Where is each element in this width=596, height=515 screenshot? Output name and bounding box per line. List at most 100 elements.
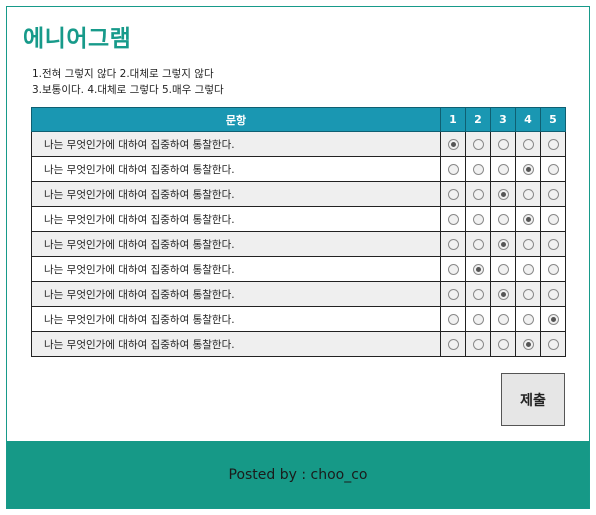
option-cell-1	[440, 156, 466, 182]
radio-option-3[interactable]	[497, 313, 509, 325]
table-row: 나는 무엇인가에 대하여 집중하여 통찰한다.	[31, 206, 566, 232]
option-cell-5	[540, 156, 566, 182]
table-row: 나는 무엇인가에 대하여 집중하여 통찰한다.	[31, 156, 566, 182]
radio-option-3[interactable]	[497, 263, 509, 275]
option-cell-3	[490, 206, 516, 232]
option-cell-5	[540, 256, 566, 282]
table-row: 나는 무엇인가에 대하여 집중하여 통찰한다.	[31, 131, 566, 157]
header-option-1: 1	[440, 107, 466, 132]
radio-option-2[interactable]	[472, 238, 484, 250]
radio-option-3[interactable]	[497, 188, 509, 200]
radio-option-4[interactable]	[522, 313, 534, 325]
option-cell-2	[465, 131, 491, 157]
option-cell-4	[515, 181, 541, 207]
option-cell-3	[490, 181, 516, 207]
radio-option-1[interactable]	[447, 213, 459, 225]
radio-option-3[interactable]	[497, 238, 509, 250]
header-option-2: 2	[465, 107, 491, 132]
option-cell-1	[440, 306, 466, 332]
radio-option-1[interactable]	[447, 138, 459, 150]
radio-option-4[interactable]	[522, 163, 534, 175]
table-row: 나는 무엇인가에 대하여 집중하여 통찰한다.	[31, 231, 566, 257]
radio-option-4[interactable]	[522, 288, 534, 300]
option-cell-1	[440, 281, 466, 307]
radio-option-5[interactable]	[547, 238, 559, 250]
header-option-3: 3	[490, 107, 516, 132]
question-text: 나는 무엇인가에 대하여 집중하여 통찰한다.	[31, 181, 441, 207]
option-cell-5	[540, 206, 566, 232]
option-cell-4	[515, 131, 541, 157]
survey-body: 나는 무엇인가에 대하여 집중하여 통찰한다. 나는 무엇인가에 대하여 집중하여…	[31, 131, 566, 357]
option-cell-2	[465, 156, 491, 182]
radio-option-5[interactable]	[547, 338, 559, 350]
table-row: 나는 무엇인가에 대하여 집중하여 통찰한다.	[31, 256, 566, 282]
table-row: 나는 무엇인가에 대하여 집중하여 통찰한다.	[31, 281, 566, 307]
radio-option-5[interactable]	[547, 188, 559, 200]
table-row: 나는 무엇인가에 대하여 집중하여 통찰한다.	[31, 331, 566, 357]
option-cell-2	[465, 181, 491, 207]
option-cell-5	[540, 131, 566, 157]
legend-line-1: 1.전혀 그렇지 않다 2.대체로 그렇지 않다	[32, 68, 214, 80]
option-cell-5	[540, 331, 566, 357]
submit-button[interactable]: 제출	[501, 373, 565, 426]
option-cell-4	[515, 331, 541, 357]
radio-option-1[interactable]	[447, 338, 459, 350]
radio-option-2[interactable]	[472, 338, 484, 350]
header-question: 문항	[31, 107, 441, 132]
radio-option-1[interactable]	[447, 163, 459, 175]
radio-option-2[interactable]	[472, 188, 484, 200]
radio-option-2[interactable]	[472, 313, 484, 325]
option-cell-4	[515, 306, 541, 332]
option-cell-1	[440, 331, 466, 357]
radio-option-1[interactable]	[447, 238, 459, 250]
radio-option-1[interactable]	[447, 313, 459, 325]
option-cell-1	[440, 231, 466, 257]
radio-option-3[interactable]	[497, 288, 509, 300]
radio-option-3[interactable]	[497, 138, 509, 150]
footer: Posted by : choo_co	[7, 441, 589, 508]
radio-option-4[interactable]	[522, 213, 534, 225]
question-text: 나는 무엇인가에 대하여 집중하여 통찰한다.	[31, 156, 441, 182]
radio-option-1[interactable]	[447, 188, 459, 200]
radio-option-4[interactable]	[522, 138, 534, 150]
radio-option-2[interactable]	[472, 213, 484, 225]
radio-option-4[interactable]	[522, 263, 534, 275]
option-cell-5	[540, 281, 566, 307]
radio-option-5[interactable]	[547, 138, 559, 150]
option-cell-1	[440, 181, 466, 207]
radio-option-2[interactable]	[472, 263, 484, 275]
radio-option-5[interactable]	[547, 213, 559, 225]
radio-option-5[interactable]	[547, 263, 559, 275]
table-row: 나는 무엇인가에 대하여 집중하여 통찰한다.	[31, 306, 566, 332]
radio-option-2[interactable]	[472, 138, 484, 150]
radio-option-2[interactable]	[472, 163, 484, 175]
radio-option-3[interactable]	[497, 213, 509, 225]
question-text: 나는 무엇인가에 대하여 집중하여 통찰한다.	[31, 281, 441, 307]
option-cell-2	[465, 306, 491, 332]
header-option-5: 5	[540, 107, 566, 132]
option-cell-3	[490, 156, 516, 182]
page-title: 에니어그램	[23, 26, 132, 52]
legend-line-2: 3.보통이다. 4.대체로 그렇다 5.매우 그렇다	[32, 84, 224, 96]
radio-option-3[interactable]	[497, 338, 509, 350]
radio-option-5[interactable]	[547, 163, 559, 175]
option-cell-3	[490, 306, 516, 332]
option-cell-2	[465, 331, 491, 357]
radio-option-1[interactable]	[447, 288, 459, 300]
radio-option-4[interactable]	[522, 338, 534, 350]
radio-option-3[interactable]	[497, 163, 509, 175]
radio-option-1[interactable]	[447, 263, 459, 275]
question-text: 나는 무엇인가에 대하여 집중하여 통찰한다.	[31, 256, 441, 282]
radio-option-5[interactable]	[547, 313, 559, 325]
scale-legend: 1.전혀 그렇지 않다 2.대체로 그렇지 않다 3.보통이다. 4.대체로 그…	[32, 66, 224, 98]
option-cell-3	[490, 231, 516, 257]
option-cell-3	[490, 256, 516, 282]
radio-option-5[interactable]	[547, 288, 559, 300]
radio-option-2[interactable]	[472, 288, 484, 300]
radio-option-4[interactable]	[522, 188, 534, 200]
radio-option-4[interactable]	[522, 238, 534, 250]
question-text: 나는 무엇인가에 대하여 집중하여 통찰한다.	[31, 331, 441, 357]
option-cell-2	[465, 231, 491, 257]
page-container: 에니어그램 1.전혀 그렇지 않다 2.대체로 그렇지 않다 3.보통이다. 4…	[6, 6, 590, 509]
option-cell-5	[540, 181, 566, 207]
